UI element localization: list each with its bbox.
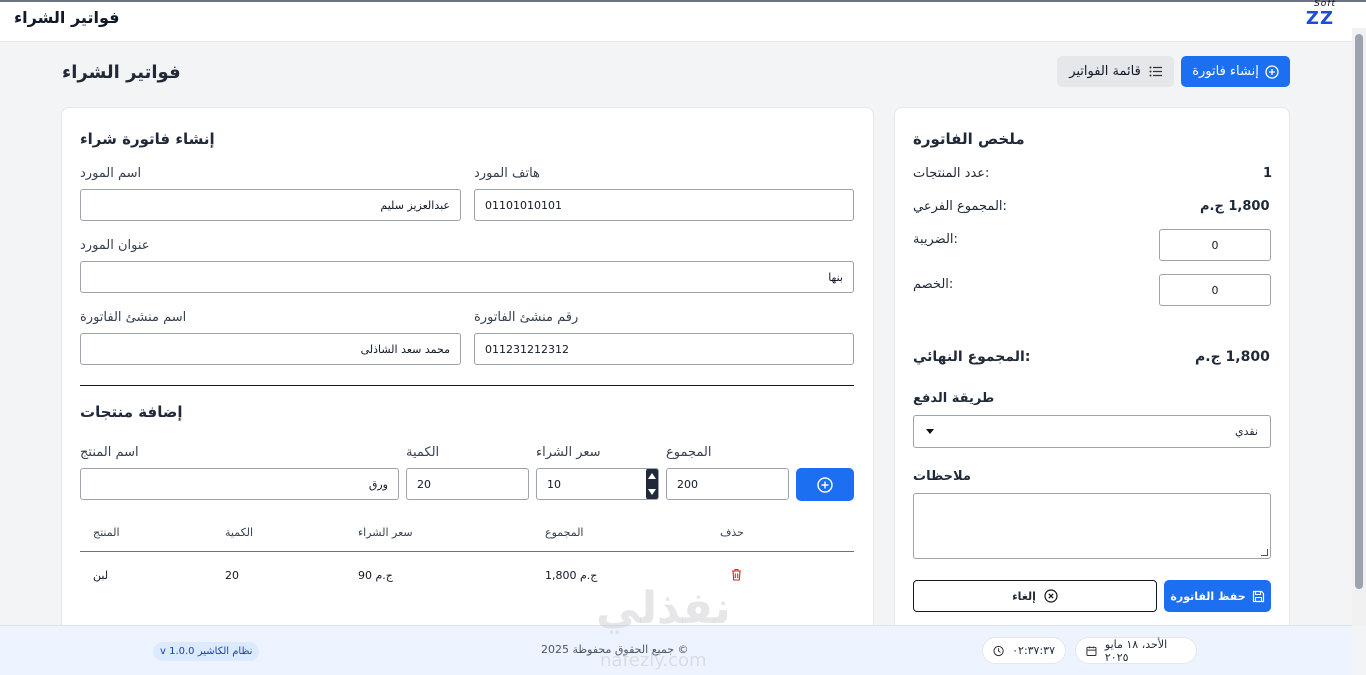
supplier-address-label: عنوان المورد xyxy=(80,238,150,253)
date-pill: الأحد، ١٨ مايو ٢٠٢٥ xyxy=(1075,637,1197,664)
save-invoice-label: حفظ الفاتورة xyxy=(1170,589,1246,603)
list-icon xyxy=(1149,66,1162,77)
current-time: ٠٢:٣٧:٣٧ xyxy=(1012,644,1055,657)
section-divider xyxy=(80,385,854,386)
line-total-label: المجموع xyxy=(666,445,712,460)
creator-phone-label: رقم منشئ الفاتورة xyxy=(474,310,579,325)
creator-phone-input[interactable]: 011231212312 xyxy=(474,333,854,365)
cancel-label: إلغاء xyxy=(1012,589,1036,603)
quantity-label: الكمية xyxy=(406,445,440,460)
row-quantity: 20 xyxy=(225,569,239,582)
trash-icon[interactable] xyxy=(731,568,742,581)
watermark-url: nafezly.com xyxy=(600,650,707,671)
logo-small-text: Soft xyxy=(1314,0,1336,9)
top-bar: فواتير الشراء ZZ Soft xyxy=(0,0,1366,42)
invoice-summary-card xyxy=(894,107,1290,647)
subtotal-value: 1,800 ج.م xyxy=(1200,199,1270,214)
create-invoice-card xyxy=(61,107,874,647)
scrollbar-thumb[interactable] xyxy=(1355,34,1363,589)
tax-input[interactable]: 0 xyxy=(1159,229,1271,261)
save-icon xyxy=(1252,590,1264,602)
logo-text: ZZ xyxy=(1305,8,1334,29)
product-count-label: عدد المنتجات: xyxy=(913,166,990,181)
watermark-logo: نفذلي xyxy=(596,583,731,634)
notes-textarea[interactable] xyxy=(913,493,1271,559)
supplier-name-input[interactable]: عبدالعزيز سليم xyxy=(80,189,461,221)
table-header-total: المجموع xyxy=(545,526,584,539)
table-header-divider xyxy=(80,551,854,552)
purchase-price-label: سعر الشراء xyxy=(536,445,601,460)
product-name-label: اسم المنتج xyxy=(80,445,139,460)
invoice-list-button[interactable]: قائمة الفواتير xyxy=(1057,56,1174,87)
version-badge: v 1.0.0 نظام الكاشير xyxy=(153,642,260,661)
supplier-phone-label: هاتف المورد xyxy=(474,166,540,181)
create-invoice-button[interactable]: إنشاء فاتورة xyxy=(1181,56,1290,87)
payment-method-label: طريقة الدفع xyxy=(913,391,995,406)
create-invoice-label: إنشاء فاتورة xyxy=(1192,64,1259,79)
product-name-input[interactable]: ورق xyxy=(80,468,399,500)
invoice-list-label: قائمة الفواتير xyxy=(1069,64,1141,79)
discount-label: الخصم: xyxy=(913,277,954,292)
plus-circle-icon xyxy=(1265,64,1279,79)
supplier-name-label: اسم المورد xyxy=(80,166,142,181)
current-date: الأحد، ١٨ مايو ٢٠٢٥ xyxy=(1104,637,1168,664)
table-header-product: المنتج xyxy=(93,526,120,539)
row-price: 90 ج.م xyxy=(358,569,393,582)
add-products-title: إضافة منتجات xyxy=(80,403,183,421)
payment-method-value: نقدي xyxy=(1234,425,1258,438)
notes-label: ملاحظات xyxy=(913,469,971,484)
app-title: فواتير الشراء xyxy=(14,8,120,27)
discount-input[interactable]: 0 xyxy=(1159,274,1271,306)
tax-label: الضريبة: xyxy=(913,232,958,247)
supplier-address-input[interactable]: بنها xyxy=(80,261,854,293)
supplier-phone-input[interactable]: 01101010101 xyxy=(474,189,854,221)
cancel-button[interactable]: إلغاء xyxy=(913,580,1157,612)
add-product-button[interactable] xyxy=(796,468,854,501)
table-header-delete: حذف xyxy=(720,526,744,539)
save-invoice-button[interactable]: حفظ الفاتورة xyxy=(1164,580,1271,612)
table-header-price: سعر الشراء xyxy=(358,526,413,539)
quantity-input[interactable]: 20 xyxy=(406,468,529,500)
price-stepper[interactable] xyxy=(646,469,658,499)
resize-handle-icon[interactable] xyxy=(1261,549,1268,556)
page-title: فواتير الشراء xyxy=(62,62,181,83)
row-total: 1,800 ج.م xyxy=(545,569,598,582)
table-header-quantity: الكمية xyxy=(225,526,254,539)
form-title: إنشاء فاتورة شراء xyxy=(80,130,215,148)
time-pill: ٠٢:٣٧:٣٧ xyxy=(982,637,1066,664)
payment-method-select[interactable]: نقدي xyxy=(913,415,1271,448)
close-circle-icon xyxy=(1044,589,1058,603)
creator-name-label: اسم منشئ الفاتورة xyxy=(80,310,187,325)
clock-icon xyxy=(993,645,1004,656)
row-product: لبن xyxy=(93,569,109,582)
page-scrollbar[interactable] xyxy=(1352,28,1366,626)
final-total-label: المجموع النهائي: xyxy=(913,349,1031,365)
purchase-price-input[interactable]: 10 xyxy=(536,468,659,500)
final-total-value: 1,800 ج.م xyxy=(1195,349,1270,365)
summary-title: ملخص الفاتورة xyxy=(913,130,1025,148)
calendar-icon xyxy=(1086,645,1097,656)
plus-circle-icon xyxy=(817,476,833,493)
product-count-value: 1 xyxy=(1263,166,1273,181)
chevron-down-icon xyxy=(926,429,934,434)
subtotal-label: المجموع الفرعي: xyxy=(913,199,1007,214)
creator-name-input[interactable]: محمد سعد الشاذلى xyxy=(80,333,461,365)
app-logo: ZZ Soft xyxy=(1305,0,1335,29)
line-total-input[interactable]: 200 xyxy=(666,468,789,500)
